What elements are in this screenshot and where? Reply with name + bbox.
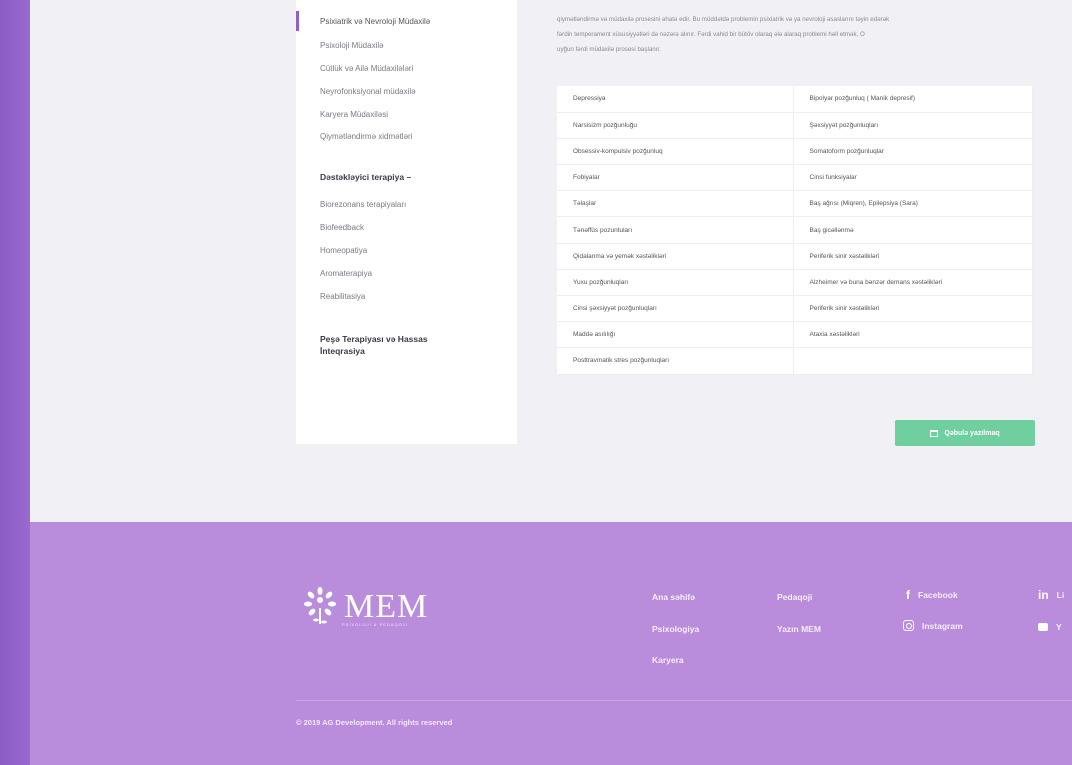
sidebar-item-bioresonance[interactable]: Biorezonans terapiyaları <box>320 200 406 209</box>
intro-line: uyğun fərdi müdaxilə prosesi başlanır. <box>557 46 661 53</box>
instagram-icon <box>903 620 914 631</box>
youtube-link[interactable]: Y <box>1038 622 1062 632</box>
table-cell: Periferik sinir xəstəlikləri <box>793 295 1033 323</box>
table-cell: Alzheimer və buna bənzər demans xəstəlik… <box>793 269 1033 297</box>
youtube-icon <box>1038 623 1048 631</box>
footer: MEM PSİXOLOJİ & PEDAQOJİ Ana səhifə Psix… <box>30 522 1072 765</box>
sidebar-heading-occupational[interactable]: Peşə Terapiyası və Hassas İnteqrasiya <box>320 333 470 357</box>
footer-link-home[interactable]: Ana səhifə <box>652 592 695 602</box>
table-row: Maddə asılılığı Ataxia xəstəlikləri <box>557 321 1033 349</box>
table-cell: Cinsi şəxsiyyət pozğunluqları <box>557 295 794 323</box>
table-cell: Tənəffüs pozuntuları <box>557 216 794 244</box>
intro-text: qiymətləndirmə və müdaxilə prosesini əha… <box>557 12 1067 57</box>
table-cell: Qidalanma və yemək xəstəlikləri <box>557 243 794 270</box>
active-indicator <box>296 11 299 31</box>
footer-link-psychology[interactable]: Psixologiya <box>652 624 699 634</box>
table-row: Qidalanma və yemək xəstəlikləri Periferik… <box>557 243 1033 270</box>
appointment-button[interactable]: Qəbulə yazılmaq <box>895 420 1035 446</box>
brand-logo[interactable]: MEM PSİXOLOJİ & PEDAQOJİ <box>300 586 428 628</box>
brand-tagline: PSİXOLOJİ & PEDAQOJİ <box>342 622 408 627</box>
sidebar-item-psychiatric[interactable]: Psixiatrik və Nevroloji Müdaxilə <box>320 17 430 26</box>
table-row: Posttravmatik stres pozğunluqları <box>557 347 1033 375</box>
linkedin-icon: in <box>1038 588 1049 602</box>
table-row: Tənəffüs pozuntuları Baş gicəllənmə <box>557 216 1033 244</box>
appointment-button-label: Qəbulə yazılmaq <box>944 429 1000 437</box>
table-cell: Periferik sinir xəstəlikləri <box>793 243 1033 270</box>
table-cell: Cinsi funksiyalar <box>793 164 1033 192</box>
table-cell: Obsessiv-kompulsiv pozğunluq <box>557 138 794 166</box>
sidebar-item-assessment[interactable]: Qiymətləndirmə xidmətləri <box>320 132 412 141</box>
table-cell: Fobiyalar <box>557 164 794 192</box>
sidebar-item-homeopathy[interactable]: Homeopatiya <box>320 246 367 255</box>
table-cell: Posttravmatik stres pozğunluqları <box>557 347 794 375</box>
footer-link-career[interactable]: Karyera <box>652 655 684 665</box>
brand-name: MEM <box>344 588 429 625</box>
sidebar-item-rehabilitation[interactable]: Reabilitasiya <box>320 292 365 301</box>
table-row: Depressiya Bipolyar pozğunluq ( Manik dep… <box>557 86 1033 113</box>
footer-link-pedagogy[interactable]: Pedaqoji <box>777 592 812 602</box>
sidebar-item-psychological[interactable]: Psixoloji Müdaxilə <box>320 41 384 50</box>
table-row: Fobiyalar Cinsi funksiyalar <box>557 164 1033 192</box>
sidebar-heading-support[interactable]: Dəstəkləyici terapiya – <box>320 172 411 182</box>
table-cell <box>793 347 1033 375</box>
intro-line: qiymətləndirmə və müdaxilə prosesini əha… <box>557 16 890 23</box>
calendar-icon <box>930 429 939 437</box>
table-cell: Bipolyar pozğunluq ( Manik depresif) <box>793 86 1033 113</box>
sidebar-item-aromatherapy[interactable]: Aromaterapiya <box>320 269 372 278</box>
table-row: Yuxu pozğunluqları Alzheimer və buna bənz… <box>557 269 1033 297</box>
table-cell: Baş ağrısı (Miqren), Epilepsiya (Sara) <box>793 190 1033 218</box>
flower-logo-icon <box>304 587 336 624</box>
conditions-table: Depressiya Bipolyar pozğunluq ( Manik dep… <box>557 86 1033 375</box>
sidebar-item-neurofunctional[interactable]: Neyrofonksiyonal müdaxilə <box>320 87 416 96</box>
facebook-link[interactable]: f Facebook <box>906 588 958 602</box>
sidebar-item-biofeedback[interactable]: Biofeedback <box>320 223 364 232</box>
sidebar-item-career[interactable]: Karyera Müdaxiləsi <box>320 110 388 119</box>
dash-icon: – <box>406 172 412 182</box>
table-cell: Ataxia xəstəlikləri <box>793 321 1033 349</box>
sidebar: Psixiatrik və Nevroloji Müdaxilə Psixolo… <box>296 0 517 444</box>
table-cell: Narsisizm pozğunluğu <box>557 112 794 139</box>
facebook-icon: f <box>906 588 910 602</box>
table-row: Narsisizm pozğunluğu Şəxsiyyət pozğunluql… <box>557 112 1033 139</box>
intro-line: fərdin temperament xüsusiyyətləri də nəz… <box>557 31 865 38</box>
footer-divider <box>296 700 1072 701</box>
table-cell: Baş gicəllənmə <box>793 216 1033 244</box>
instagram-link[interactable]: Instagram <box>903 620 963 631</box>
linkedin-label: Li <box>1056 590 1065 600</box>
table-cell: Yuxu pozğunluqları <box>557 269 794 297</box>
table-row: Cinsi şəxsiyyət pozğunluqları Periferik s… <box>557 295 1033 323</box>
sidebar-item-family[interactable]: Cütlük və Ailə Müdaxilələri <box>320 64 413 73</box>
table-cell: Təlaşlar <box>557 190 794 218</box>
table-row: Təlaşlar Baş ağrısı (Miqren), Epilepsiya … <box>557 190 1033 218</box>
sidebar-heading-support-label: Dəstəkləyici terapiya <box>320 172 405 182</box>
footer-link-write[interactable]: Yazın MEM <box>777 624 821 634</box>
facebook-label: Facebook <box>918 590 958 600</box>
youtube-label: Y <box>1056 622 1062 632</box>
table-cell: Şəxsiyyət pozğunluqları <box>793 112 1033 139</box>
table-row: Obsessiv-kompulsiv pozğunluq Somatoform p… <box>557 138 1033 166</box>
table-cell: Maddə asılılığı <box>557 321 794 349</box>
table-cell: Depressiya <box>557 86 794 113</box>
instagram-label: Instagram <box>922 620 963 631</box>
table-cell: Somatoform pozğunluqlar <box>793 138 1033 166</box>
copyright-text: © 2019 AG Development. All rights reserv… <box>296 718 453 727</box>
linkedin-link[interactable]: in Li <box>1038 588 1064 602</box>
